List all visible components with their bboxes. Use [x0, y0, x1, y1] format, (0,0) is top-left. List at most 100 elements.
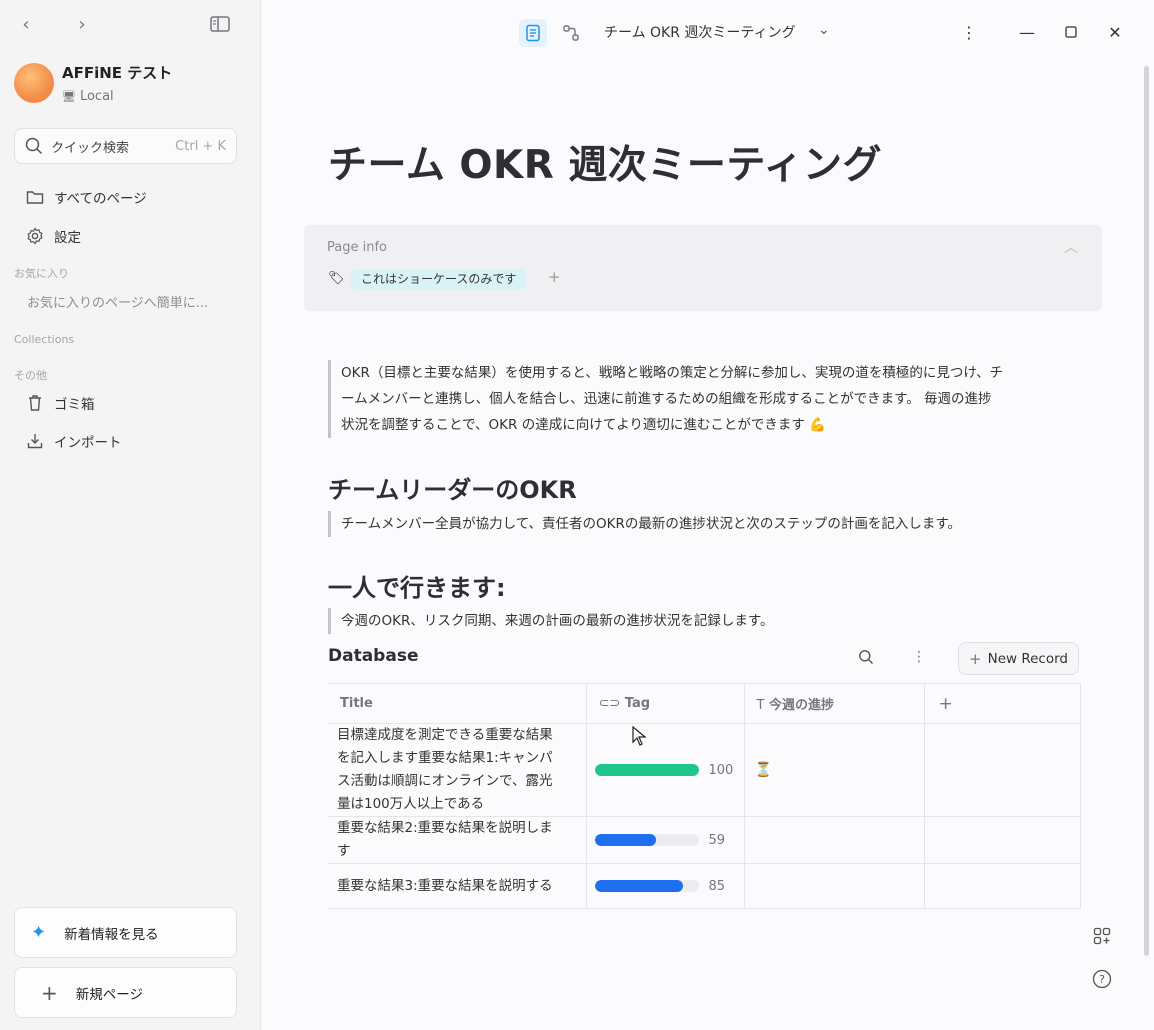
quick-search[interactable]: クイック検索 Ctrl + K: [14, 128, 237, 164]
table-row[interactable]: 重要な結果2:重要な結果を説明しま す 59: [328, 816, 1081, 864]
table-row[interactable]: 目標達成度を測定できる重要な結果 を記入します重要な結果1:キャンパ ス活動は順…: [328, 723, 1081, 817]
column-note-label: 今週の進捗: [768, 698, 834, 713]
topbar: チーム OKR 週次ミーティング ⌄ ⋮ — ✕: [261, 0, 1154, 64]
quote-block-intro[interactable]: OKR（目標と主要な結果）を使用すると、戦略と戦略の策定と分解に参加し、実現の道…: [328, 360, 1088, 438]
title-line: 重要な結果3:重要な結果を説明する: [337, 877, 553, 894]
progress-bar-fill: [594, 880, 683, 892]
new-page-label: 新規ページ: [75, 986, 143, 1003]
title-line: ス活動は順調にオンラインで、露光: [337, 773, 553, 789]
column-header-title[interactable]: Title: [328, 683, 587, 724]
whats-new-button[interactable]: ✦ 新着情報を見る: [14, 907, 237, 958]
svg-text:?: ?: [1099, 973, 1105, 986]
empty-cell: [924, 863, 1081, 909]
add-column-button[interactable]: +: [924, 683, 1081, 724]
progress-value: 85: [708, 878, 726, 894]
trash-icon: [29, 395, 41, 411]
progress-cell[interactable]: 100: [586, 723, 745, 817]
workspace-switcher[interactable]: AFFiNE テスト 🖥 Local: [14, 62, 172, 104]
sparkle-icon: ✦: [31, 922, 47, 943]
gear-icon: [27, 227, 43, 245]
local-storage-icon: 🖥: [62, 90, 76, 103]
tag-icon: 🏷: [328, 271, 345, 286]
table-row[interactable]: 重要な結果3:重要な結果を説明する 85: [328, 863, 1081, 909]
sidebar-item-trash[interactable]: ゴミ箱: [14, 387, 237, 419]
forward-arrow-icon[interactable]: ›: [70, 12, 94, 36]
empty-cell: [924, 723, 1081, 817]
title-cell[interactable]: 重要な結果2:重要な結果を説明しま す: [328, 816, 587, 864]
workspace-name: AFFiNE テスト: [62, 64, 173, 82]
title-line: を記入します重要な結果1:キャンパ: [337, 750, 553, 766]
quote-line: 状況を調整することで、OKR の達成に向けてより適切に進むことができます 💪: [341, 417, 827, 433]
page-info-label: Page info: [327, 240, 387, 255]
workspace-location: Local: [79, 89, 114, 104]
new-page-button[interactable]: + 新規ページ: [14, 967, 237, 1018]
sidebar-item-label: すべてのページ: [54, 191, 147, 207]
sidebar-item-all-pages[interactable]: すべてのページ: [14, 181, 237, 213]
sidebar-item-label: ゴミ箱: [54, 397, 95, 413]
progress-value: 59: [708, 832, 726, 848]
note-cell[interactable]: [744, 816, 925, 864]
edgeless-mode-icon[interactable]: [557, 19, 585, 47]
folder-icon: [26, 191, 44, 204]
progress-column-icon: ⊂⊃: [598, 696, 621, 711]
app-grid-icon[interactable]: [1090, 924, 1114, 948]
collections-header[interactable]: Collections: [14, 333, 74, 346]
sidebar: ‹ › AFFiNE テスト 🖥 Local クイック検索 Ctrl + K すべ…: [0, 0, 261, 1030]
column-header-progress-note[interactable]: T 今週の進捗: [744, 683, 925, 724]
quote-block-solo[interactable]: 今週のOKR、リスク同期、来週の計画の最新の進捗状況を記録します。: [328, 608, 774, 634]
search-icon: [25, 137, 43, 155]
title-line: す: [337, 843, 351, 859]
chevron-up-icon[interactable]: ︿: [1064, 237, 1078, 257]
empty-cell: [924, 816, 1081, 864]
doc-title-topbar[interactable]: チーム OKR 週次ミーティング: [604, 22, 796, 42]
editor-area: チーム OKR 週次ミーティング ⌄ ⋮ — ✕ チーム OKR 週次ミーティン…: [261, 0, 1154, 1030]
title-line: 量は100万人以上である: [337, 796, 485, 812]
back-arrow-icon[interactable]: ‹: [14, 12, 38, 36]
sidebar-toggle-icon[interactable]: [208, 12, 232, 36]
title-cell[interactable]: 重要な結果3:重要な結果を説明する: [328, 863, 587, 909]
column-header-tag[interactable]: ⊂⊃ Tag: [586, 683, 745, 724]
minimize-icon[interactable]: —: [1015, 20, 1039, 44]
progress-bar-fill: [594, 834, 656, 846]
note-cell[interactable]: [744, 863, 925, 909]
help-icon[interactable]: ?: [1090, 967, 1114, 991]
progress-bar-fill: [594, 764, 699, 776]
title-cell[interactable]: 目標達成度を測定できる重要な結果 を記入します重要な結果1:キャンパ ス活動は順…: [328, 723, 587, 817]
more-options-icon[interactable]: ⋮: [957, 20, 981, 44]
database-search-icon[interactable]: [858, 649, 874, 665]
page-title[interactable]: チーム OKR 週次ミーティング: [328, 134, 882, 190]
chevron-down-icon[interactable]: ⌄: [818, 22, 830, 38]
sidebar-item-settings[interactable]: 設定: [14, 220, 237, 252]
note-cell[interactable]: ⏳: [744, 723, 925, 817]
sidebar-item-label: 設定: [54, 230, 81, 246]
sidebar-item-import[interactable]: インポート: [14, 425, 237, 457]
column-tag-label: Tag: [624, 696, 651, 711]
close-icon[interactable]: ✕: [1103, 20, 1127, 44]
tag-chip[interactable]: これはショーケースのみです: [351, 269, 527, 289]
heading-team-leader-okr[interactable]: チームリーダーのOKR: [328, 470, 577, 505]
quick-search-shortcut: Ctrl + K: [175, 138, 226, 154]
plus-icon: +: [969, 649, 982, 668]
new-record-button[interactable]: + New Record: [958, 642, 1079, 675]
scrollbar[interactable]: [1144, 66, 1149, 956]
progress-cell[interactable]: 85: [586, 863, 745, 909]
add-tag-icon[interactable]: +: [548, 268, 561, 286]
quote-block-leader[interactable]: チームメンバー全員が協力して、責任者のOKRの最新の進捗状況と次のステップの計画…: [328, 511, 961, 537]
hourglass-icon: ⏳: [754, 762, 772, 778]
page-mode-icon[interactable]: [519, 19, 547, 47]
quick-search-label: クイック検索: [51, 140, 130, 156]
database-table: Title ⊂⊃ Tag T 今週の進捗 + 目標達成度を測定できる重要な結果 …: [328, 683, 1081, 909]
page-info-panel: Page info ︿ 🏷 これはショーケースのみです +: [304, 225, 1102, 311]
progress-cell[interactable]: 59: [586, 816, 745, 864]
sidebar-item-label: インポート: [54, 435, 122, 451]
plus-icon: +: [41, 980, 58, 1005]
favorites-empty-hint: お気に入りのページへ簡単に...: [27, 296, 209, 311]
database-title[interactable]: Database: [328, 646, 418, 666]
maximize-icon[interactable]: [1059, 20, 1083, 44]
heading-solo[interactable]: 一人で行きます:: [328, 568, 506, 603]
favorites-header: お気に入り: [14, 267, 69, 280]
progress-value: 100: [708, 762, 734, 778]
database-more-icon[interactable]: ⋮: [912, 649, 926, 665]
quote-line: OKR（目標と主要な結果）を使用すると、戦略と戦略の策定と分解に参加し、実現の道…: [341, 365, 1004, 381]
plus-icon: +: [938, 693, 953, 714]
